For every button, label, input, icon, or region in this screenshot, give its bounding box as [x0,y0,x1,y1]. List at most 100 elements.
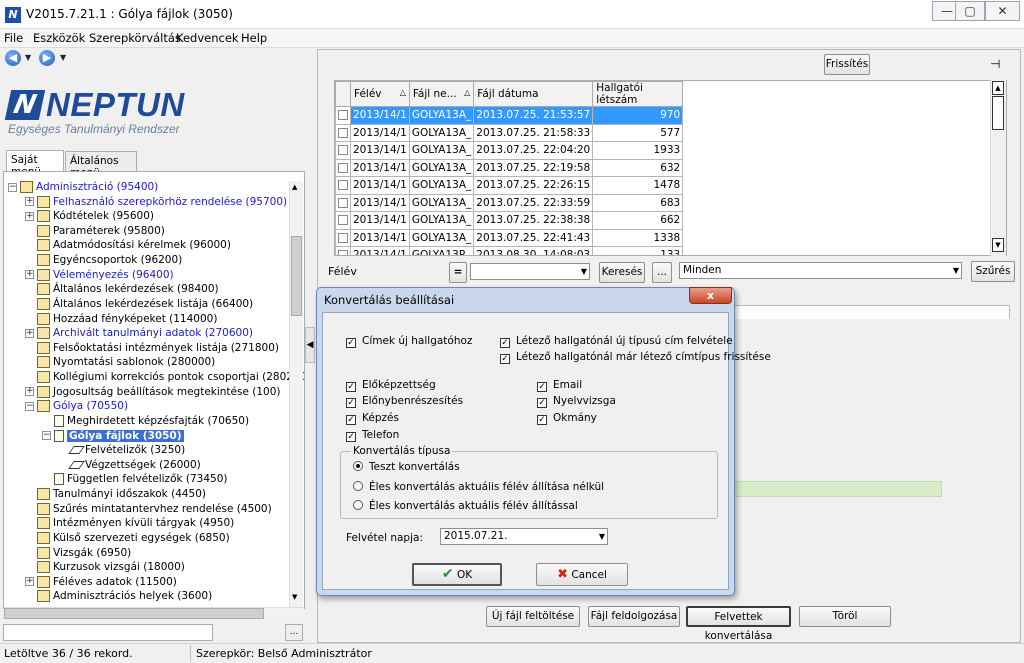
table-row[interactable]: 2013/14/1 GOLYA13A_ 2013.07.25. 21:53:57 97… [335,106,684,125]
option-checkbox[interactable]: ✓ Képzés [346,412,399,425]
tree-item[interactable]: Tanulmányi időszakok (4450) [25,487,206,502]
tree-item[interactable]: Független felvételizők (73450) [42,472,228,487]
search-button[interactable]: Keresés [599,262,645,283]
column-header-fajl-datuma[interactable]: Fájl dátuma [473,81,594,107]
collapse-left-panel-icon[interactable]: ◀ [305,327,315,363]
table-row[interactable]: 2013/14/1 GOLYA13P_ 2013.08.30. 14:08:03 13… [335,246,684,255]
tree-item[interactable]: Felsőoktatási intézmények listája (27180… [25,341,279,356]
menu-help[interactable]: Help [241,31,267,45]
grid-vertical-scrollbar[interactable]: ▲ ▼ [990,80,1006,256]
refresh-button[interactable]: Frissítés [824,54,870,75]
close-window-button[interactable]: ✕ [985,1,1020,21]
expand-icon[interactable]: + [25,270,34,280]
conversion-type-radio[interactable]: Éles konvertálás aktuális félév állítása… [353,481,604,493]
tree-item[interactable]: + Féléves adatok (11500) [25,575,177,590]
tree-item[interactable]: Általános lekérdezések (98400) [25,282,219,297]
column-header-hallgatoi-letszam[interactable]: Hallgatói létszám [592,81,684,107]
tree-item[interactable]: + Véleményezés (96400) [25,268,174,283]
forward-arrow-icon[interactable]: ▶ [39,50,55,66]
tree-item[interactable]: + Kódtételek (95600) [25,209,154,224]
tree-item[interactable]: + Felhasználó szerepkörhöz rendelése (957… [25,195,287,210]
tree-item[interactable]: − Adminisztráció (95400) [8,180,158,195]
menu-eszkozok[interactable]: Eszközök [33,31,85,45]
column-header-fajl-nev[interactable]: Fájl ne... △ [408,81,475,107]
row-checkbox[interactable] [338,250,348,255]
tree-horizontal-scrollbar[interactable] [4,607,304,620]
option-checkbox[interactable]: ✓ Előnybenrészesítés [346,395,463,408]
admission-date-combo[interactable]: 2015.07.21. ▼ [440,528,608,545]
tree-item[interactable]: Felvételizők (3250) [59,443,185,458]
menu-file[interactable]: File [4,31,23,45]
row-checkbox[interactable] [338,180,348,191]
option-checkbox[interactable]: ✓ Létező hallgatónál már létező címtípus … [500,351,771,364]
convert-admitted-button[interactable]: Felvettek konvertálása [686,606,791,642]
row-checkbox[interactable] [338,232,348,243]
option-checkbox[interactable]: ✓ Címek új hallgatóhoz [346,335,472,348]
table-row[interactable]: 2013/14/1 GOLYA13A_ 2013.07.25. 22:04:20 19… [335,141,684,160]
row-checkbox[interactable] [338,162,348,173]
conversion-type-radio[interactable]: Éles konvertálás aktuális félév állításs… [353,500,578,512]
maximize-button[interactable]: ▢ [955,1,985,21]
back-dropdown-icon[interactable]: ▼ [25,53,31,62]
equals-operator-button[interactable]: = [449,262,467,283]
tree-item[interactable]: Intézményen kívüli tárgyak (4950) [25,516,234,531]
row-checkbox[interactable] [338,110,348,121]
process-file-button[interactable]: Fájl feldolgozása [588,606,680,627]
table-row[interactable]: 2013/14/1 GOLYA13A_ 2013.07.25. 22:26:15 14… [335,176,684,195]
cancel-button[interactable]: ✖ Cancel [536,563,628,586]
tree-item[interactable]: Hozzáad fényképeket (114000) [25,312,217,327]
dots-button[interactable]: ... [652,262,672,283]
tab-sajat-menu[interactable]: Saját menü [6,150,64,178]
tree-item[interactable]: − Gólya fájlok (3050) [42,429,184,444]
tree-filter-button[interactable]: ... [285,624,303,641]
tree-item[interactable]: Szűrés mintatantervhez rendelése (4500) [25,502,272,517]
expand-icon[interactable]: + [25,328,34,338]
tree-filter-input[interactable] [3,624,213,641]
tree-item[interactable]: − Gólya (70550) [25,399,128,414]
tree-item[interactable]: Nyomtatási sablonok (280000) [25,355,215,370]
forward-dropdown-icon[interactable]: ▼ [60,53,66,62]
tree-vertical-scrollbar[interactable]: ▲ ▼ [289,181,303,607]
tree-item[interactable]: Paraméterek (95800) [25,224,165,239]
tree-item[interactable]: Kollégiumi korrekciós pontok csoportjai … [25,370,304,385]
expand-icon[interactable]: + [25,577,34,587]
filter-scope-combo[interactable]: Minden ▼ [679,262,962,279]
row-checkbox[interactable] [338,145,348,156]
table-row[interactable]: 2013/14/1 GOLYA13A_ 2013.07.25. 22:19:58 63… [335,158,684,177]
table-row[interactable]: 2013/14/1 GOLYA13A_ 2013.07.25. 21:58:33 57… [335,123,684,142]
tree-item[interactable]: Kurzusok vizsgái (18000) [25,560,185,575]
back-arrow-icon[interactable]: ◀ [5,50,21,66]
row-checkbox[interactable] [338,215,348,226]
tree-item[interactable]: Általános lekérdezések listája (66400) [25,297,253,312]
tree-item[interactable]: Egyéncsoportok (96200) [25,253,182,268]
row-checkbox[interactable] [338,197,348,208]
filter-value-combo[interactable]: ▼ [470,263,590,280]
pin-icon[interactable]: ⊣ [990,57,1000,71]
dialog-close-button[interactable]: x [689,287,732,304]
menu-kedvencek[interactable]: Kedvencek [176,31,239,45]
filter-button[interactable]: Szűrés [971,261,1015,282]
tree-item[interactable]: Meghirdetett képzésfajták (70650) [42,414,249,429]
option-checkbox[interactable]: ✓ Nyelvvizsga [537,395,616,408]
collapse-icon[interactable]: − [25,401,34,411]
option-checkbox[interactable]: ✓ Email [537,379,582,392]
conversion-type-radio[interactable]: Teszt konvertálás [353,461,460,473]
collapse-icon[interactable]: − [42,431,51,441]
delete-button[interactable]: Töröl [799,606,891,627]
option-checkbox[interactable]: ✓ Előképzettség [346,379,436,392]
ok-button[interactable]: ✔ OK [412,563,502,586]
expand-icon[interactable]: + [25,211,34,221]
column-header-felev[interactable]: Félév △ [350,81,410,107]
tree-item[interactable]: Adminisztrációs helyek (3600) [25,589,212,604]
table-row[interactable]: 2013/14/1 GOLYA13A_ 2013.07.25. 22:38:38 66… [335,211,684,230]
expand-icon[interactable]: + [25,387,34,397]
tree-item[interactable]: + Archivált tanulmányi adatok (270600) [25,326,253,341]
tree-item[interactable]: + Jogosultság beállítások megtekintése (1… [25,385,281,400]
tree-item[interactable]: Külső szervezeti egységek (6850) [25,531,230,546]
menu-szerepkorvaltas[interactable]: Szerepkörváltás [89,31,181,45]
option-checkbox[interactable]: ✓ Létező hallgatónál új típusú cím felvét… [500,335,733,348]
table-row[interactable]: 2013/14/1 GOLYA13A_ 2013.07.25. 22:33:59 68… [335,193,684,212]
collapse-icon[interactable]: − [8,182,17,192]
tree-item[interactable]: Végzettségek (26000) [59,458,201,473]
tree-item[interactable]: Adatmódosítási kérelmek (96000) [25,238,231,253]
